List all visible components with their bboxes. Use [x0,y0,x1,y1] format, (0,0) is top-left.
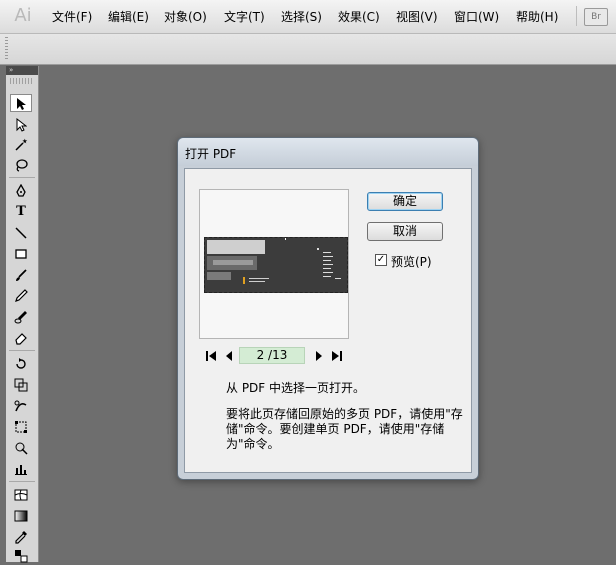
page-thumbnail [204,237,348,293]
control-bar [0,34,616,65]
blob-brush-tool-icon[interactable] [10,308,32,326]
menu-divider [576,6,577,26]
tools-panel: » T [6,66,39,565]
menu-effect[interactable]: 效果(C) [338,9,380,25]
menu-bar: Ai 文件(F) 编辑(E) 对象(O) 文字(T) 选择(S) 效果(C) 视… [0,0,616,34]
menu-object[interactable]: 对象(O) [164,9,207,25]
menu-type[interactable]: 文字(T) [224,9,265,25]
free-transform-tool-icon[interactable] [10,418,32,436]
magic-wand-tool-icon[interactable] [10,136,32,154]
gradient-tool-icon[interactable] [10,507,32,525]
menu-edit[interactable]: 编辑(E) [108,9,149,25]
lasso-tool-icon[interactable] [10,156,32,174]
line-segment-tool-icon[interactable] [10,224,32,242]
rectangle-tool-icon[interactable] [10,245,32,263]
menu-window[interactable]: 窗口(W) [454,9,499,25]
pen-tool-icon[interactable] [10,182,32,200]
preview-checkbox[interactable]: ✓ [375,254,387,266]
menu-file[interactable]: 文件(F) [52,9,92,25]
ok-button[interactable]: 确定 [367,192,443,211]
dialog-body: 确定 取消 ✓ 预览(P) 2 /13 从 PDF 中选择一页打开。 要将此页存… [184,168,472,473]
page-navigation: 2 /13 [205,347,355,365]
tools-divider [9,350,35,351]
dialog-titlebar[interactable]: 打开 PDF [178,138,478,166]
direct-selection-tool-icon[interactable] [10,116,32,134]
app-logo: Ai [14,5,32,26]
pencil-tool-icon[interactable] [10,287,32,305]
shape-builder-tool-icon[interactable] [10,439,32,457]
control-bar-grip[interactable] [5,37,8,61]
preview-checkbox-label[interactable]: 预览(P) [391,253,432,270]
selection-tool-icon[interactable] [10,94,32,112]
menu-view[interactable]: 视图(V) [396,9,438,25]
dialog-title: 打开 PDF [185,147,237,161]
eraser-tool-icon[interactable] [10,329,32,347]
menu-select[interactable]: 选择(S) [281,9,322,25]
graph-tool-icon[interactable] [10,460,32,478]
info-save-hint: 要将此页存储回原始的多页 PDF，请使用"存储"命令。要创建单页 PDF，请使用… [226,407,463,451]
blend-tool-icon[interactable] [10,547,32,565]
first-page-icon[interactable] [205,349,217,363]
menu-help[interactable]: 帮助(H) [516,9,558,25]
last-page-icon[interactable] [331,349,343,363]
type-tool-icon[interactable]: T [10,203,32,221]
tools-divider [9,481,35,482]
page-preview [199,189,349,339]
previous-page-icon[interactable] [223,349,235,363]
open-pdf-dialog: 打开 PDF 确定 取消 ✓ 预览(P) 2 /13 从 PDF 中选择一页打开… [177,137,479,480]
page-number-field[interactable]: 2 /13 [239,347,305,364]
mesh-tool-icon[interactable] [10,486,32,504]
scale-tool-icon[interactable] [10,376,32,394]
rotate-tool-icon[interactable] [10,355,32,373]
tools-panel-grip[interactable] [10,78,34,84]
cancel-button[interactable]: 取消 [367,222,443,241]
tools-panel-collapse-icon[interactable]: » [6,66,38,75]
paintbrush-tool-icon[interactable] [10,266,32,284]
next-page-icon[interactable] [313,349,325,363]
info-select-page: 从 PDF 中选择一页打开。 [226,381,366,395]
eyedropper-tool-icon[interactable] [10,528,32,546]
bridge-button[interactable]: Br [584,8,608,26]
warp-tool-icon[interactable] [10,397,32,415]
tools-divider [9,177,35,178]
